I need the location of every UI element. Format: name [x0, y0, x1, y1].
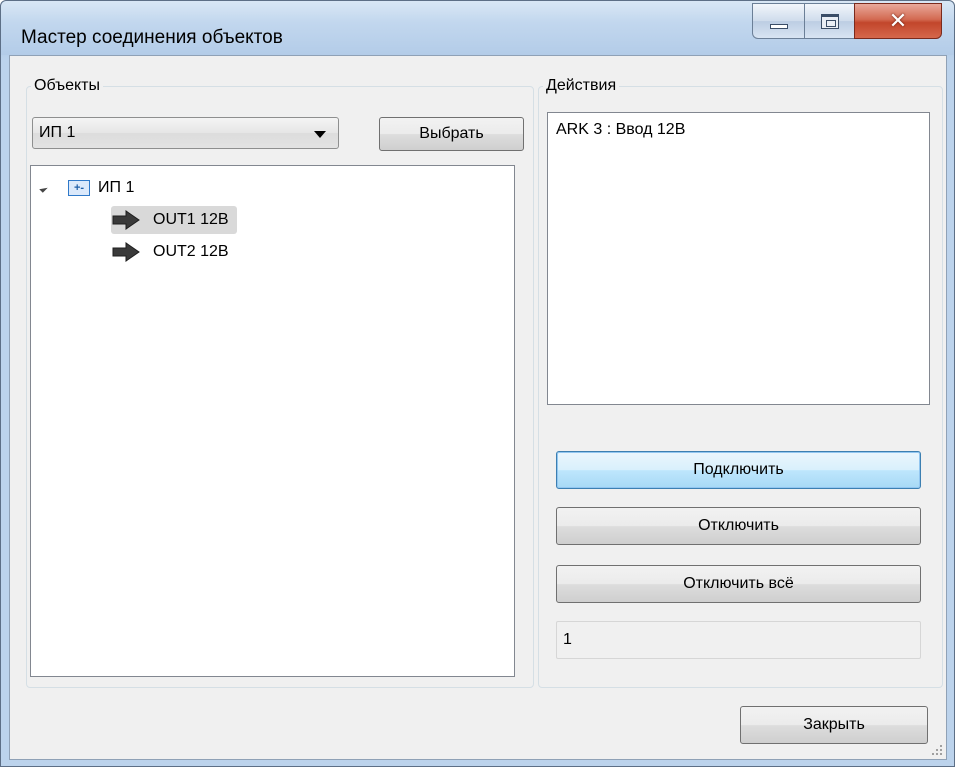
tree-child-out2[interactable]: OUT2 12В	[111, 238, 233, 266]
disconnect-button[interactable]: Отключить	[556, 507, 921, 545]
title-bar[interactable]: Мастер соединения объектов ✕	[1, 1, 954, 55]
connect-button[interactable]: Подключить	[556, 451, 921, 489]
objects-group: Объекты ИП 1 Выбрать +- ИП 1 OUT1 12В OU…	[26, 77, 534, 688]
object-select-combo[interactable]: ИП 1	[32, 117, 339, 149]
maximize-button[interactable]	[804, 3, 854, 39]
caption-buttons: ✕	[752, 3, 942, 41]
close-window-button[interactable]: ✕	[854, 3, 942, 39]
count-field: 1	[556, 621, 921, 659]
arrow-right-icon	[112, 210, 140, 230]
tree-root-node[interactable]: +- ИП 1	[39, 174, 138, 202]
chevron-down-icon	[314, 131, 326, 138]
close-button[interactable]: Закрыть	[740, 706, 928, 744]
object-select-value: ИП 1	[39, 124, 76, 141]
disconnect-all-button[interactable]: Отключить всё	[556, 565, 921, 603]
window-title: Мастер соединения объектов	[21, 27, 283, 48]
close-icon: ✕	[888, 8, 908, 34]
maximize-icon	[820, 13, 839, 29]
select-button[interactable]: Выбрать	[379, 117, 524, 151]
count-value: 1	[563, 631, 572, 648]
expander-icon[interactable]	[39, 183, 48, 193]
actions-group-legend: Действия	[543, 77, 620, 95]
tree-root-label: ИП 1	[98, 179, 135, 196]
actions-list[interactable]: ARK 3 : Ввод 12В	[547, 112, 930, 405]
minimize-button[interactable]	[752, 3, 804, 39]
actions-list-item[interactable]: ARK 3 : Ввод 12В	[556, 121, 685, 139]
arrow-right-icon	[112, 242, 140, 262]
tree-child-label: OUT2 12В	[153, 243, 229, 260]
minimize-icon	[769, 23, 788, 29]
tree-child-label: OUT1 12В	[153, 211, 229, 228]
objects-tree[interactable]: +- ИП 1 OUT1 12В OUT2 12В	[30, 165, 515, 677]
dialog-window: Мастер соединения объектов ✕ Объекты ИП …	[0, 0, 955, 767]
resize-grip-icon[interactable]	[931, 744, 943, 756]
objects-group-legend: Объекты	[31, 77, 103, 95]
actions-group: Действия ARK 3 : Ввод 12В Подключить Отк…	[538, 77, 943, 688]
tree-child-out1[interactable]: OUT1 12В	[111, 206, 237, 234]
dialog-client-area: Объекты ИП 1 Выбрать +- ИП 1 OUT1 12В OU…	[9, 55, 947, 760]
device-icon: +-	[68, 180, 90, 196]
